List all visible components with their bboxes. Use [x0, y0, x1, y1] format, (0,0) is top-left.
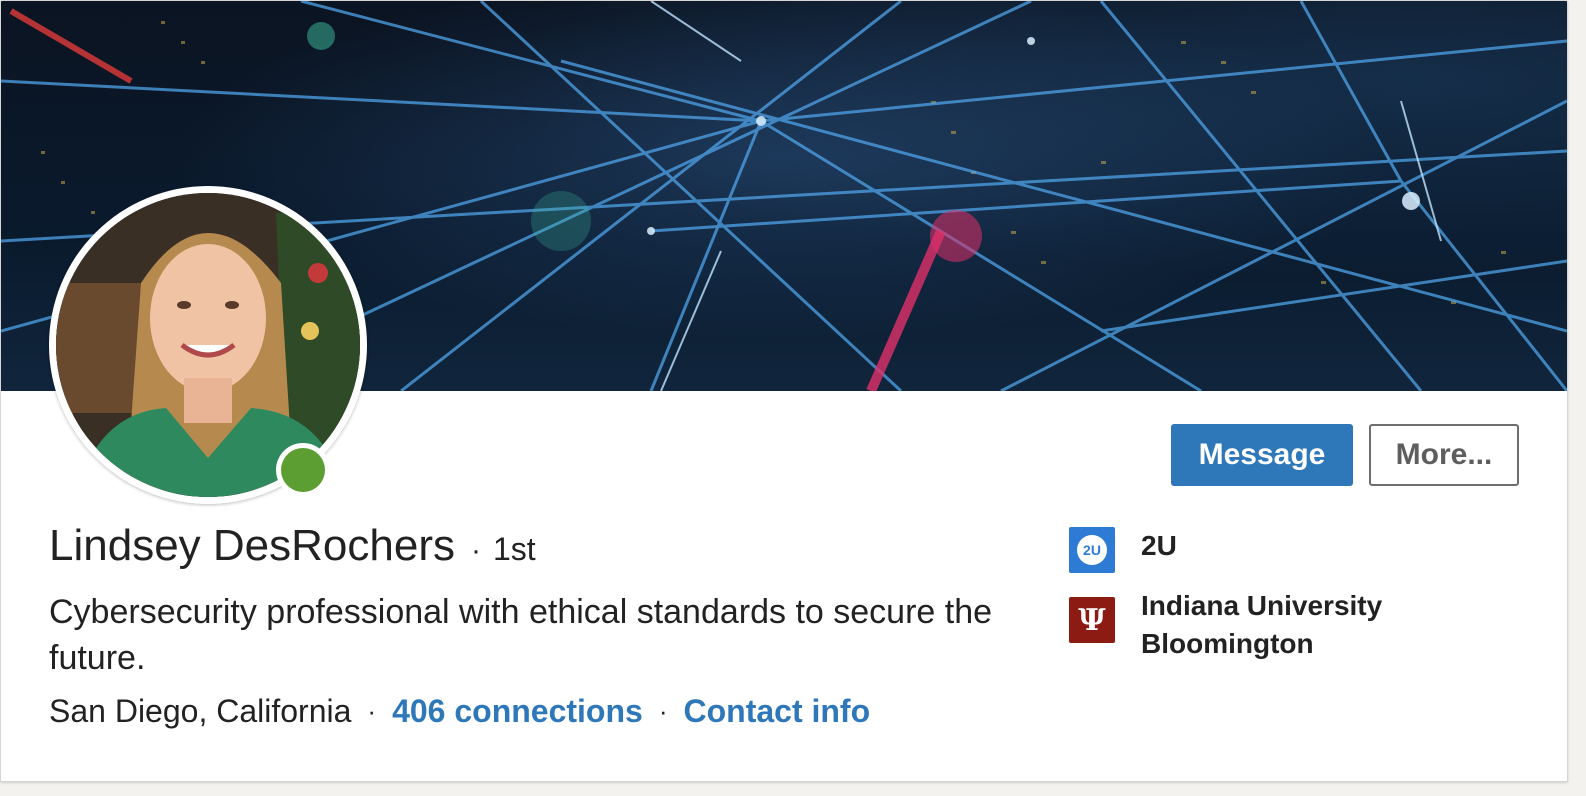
meta-separator: · — [658, 696, 668, 726]
profile-top-card: Message More... Lindsey DesRochers · 1st… — [0, 0, 1568, 782]
education-item[interactable]: Ψ Indiana University Bloomington — [1069, 587, 1441, 663]
name-row: Lindsey DesRochers · 1st — [49, 521, 536, 571]
profile-location: San Diego, California — [49, 693, 352, 729]
company-logo-2u[interactable]: 2U — [1069, 527, 1115, 573]
profile-meta-row: San Diego, California · 406 connections … — [49, 693, 870, 730]
profile-name: Lindsey DesRochers — [49, 521, 455, 570]
message-button[interactable]: Message — [1171, 424, 1353, 486]
profile-headline: Cybersecurity professional with ethical … — [49, 593, 993, 677]
school-logo-iu[interactable]: Ψ — [1069, 597, 1115, 643]
more-actions-button[interactable]: More... — [1369, 424, 1519, 486]
education-school-name[interactable]: Indiana University Bloomington — [1141, 587, 1441, 663]
contact-info-link[interactable]: Contact info — [683, 693, 870, 730]
current-company-name[interactable]: 2U — [1141, 527, 1441, 565]
meta-separator: · — [367, 696, 377, 726]
company-logo-2u-mark: 2U — [1077, 535, 1107, 565]
connections-link[interactable]: 406 connections — [392, 693, 643, 730]
online-status-indicator — [276, 443, 330, 497]
connection-degree: 1st — [492, 531, 536, 567]
degree-separator: · — [470, 534, 481, 567]
current-company-item[interactable]: 2U 2U — [1069, 527, 1441, 573]
